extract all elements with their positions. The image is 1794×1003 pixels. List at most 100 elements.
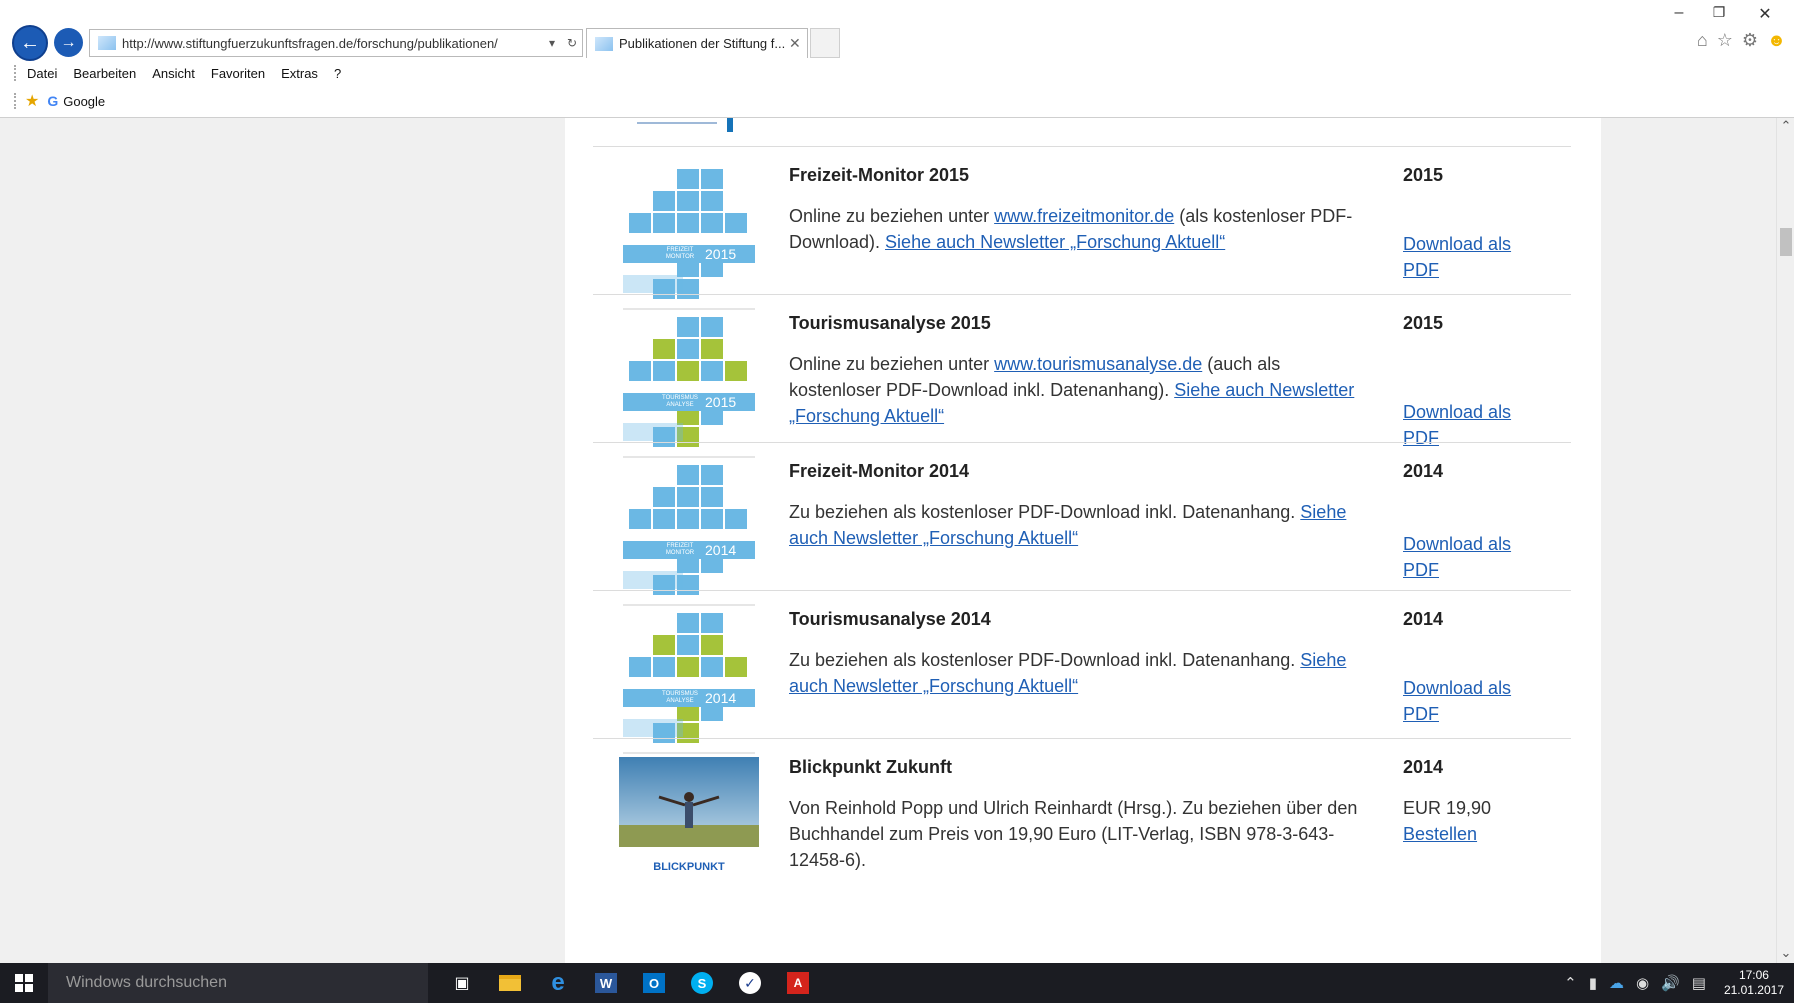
publication-row: TOURISMUS ANALYSE 2015 Tourismusanalyse 20… <box>593 294 1571 458</box>
windows-taskbar: Windows durchsuchen ▣ e W O S ✓ A ⌃ ▮ ☁ … <box>0 963 1794 1003</box>
volume-icon[interactable]: 🔊 <box>1661 974 1680 992</box>
acrobat-icon[interactable]: A <box>774 963 822 1003</box>
restore-icon[interactable]: ❐ <box>1704 4 1734 21</box>
publication-title: Freizeit-Monitor 2015 <box>789 165 970 185</box>
favorites-grip <box>14 93 17 109</box>
menu-datei[interactable]: Datei <box>27 66 57 81</box>
cover-year: 2014 <box>705 690 737 706</box>
address-url[interactable]: http://www.stiftungfuerzukunftsfragen.de… <box>122 36 542 51</box>
favorite-google[interactable]: Google <box>63 94 105 109</box>
publication-title: Freizeit-Monitor 2014 <box>789 461 970 481</box>
publication-description: Online zu beziehen unter www.tourismusan… <box>789 351 1369 429</box>
cover-year: 2015 <box>705 246 737 262</box>
taskbar-search-placeholder: Windows durchsuchen <box>66 974 227 991</box>
publications-page: FREIZEIT MONITOR 2015 Freizeit-Monitor 201… <box>565 118 1601 963</box>
show-hidden-icons-icon[interactable]: ⌃ <box>1564 974 1577 992</box>
tab-publikationen[interactable]: Publikationen der Stiftung f... ✕ <box>586 28 808 58</box>
scroll-down-icon[interactable]: ⌄ <box>1777 945 1794 963</box>
download-pdf-link[interactable]: Download als PDF <box>1403 678 1511 724</box>
menu-ansicht[interactable]: Ansicht <box>152 66 195 81</box>
publication-row: BLICKPUNKT Blickpunkt Zukunft 2014 Von Rein… <box>593 738 1571 963</box>
add-favorite-icon[interactable]: ★ <box>25 91 39 111</box>
task-view-icon[interactable]: ▣ <box>438 963 486 1003</box>
onedrive-icon[interactable]: ☁ <box>1609 974 1624 992</box>
description-text: Zu beziehen als kostenloser PDF-Download… <box>789 650 1301 670</box>
publication-description: Zu beziehen als kostenloser PDF-Download… <box>789 499 1369 551</box>
back-button[interactable]: ← <box>12 25 48 61</box>
menu-favoriten[interactable]: Favoriten <box>211 66 265 81</box>
publication-cover[interactable]: FREIZEIT MONITOR 2014 <box>619 461 759 611</box>
publication-description: Zu beziehen als kostenloser PDF-Download… <box>789 647 1369 699</box>
publication-year: 2015 <box>1403 165 1444 185</box>
tab-favicon-icon <box>595 36 613 51</box>
publication-cover[interactable]: TOURISMUS ANALYSE 2014 <box>619 609 759 759</box>
vertical-scrollbar[interactable]: ⌃ ⌄ <box>1776 118 1794 963</box>
skype-icon[interactable]: S <box>678 963 726 1003</box>
publication-title: Tourismusanalyse 2014 <box>789 609 991 629</box>
publication-row: TOURISMUS ANALYSE 2014 Tourismusanalyse 20… <box>593 590 1571 754</box>
taskbar-search[interactable]: Windows durchsuchen <box>48 963 428 1003</box>
cover-year: 2014 <box>705 542 737 558</box>
notification-icon[interactable]: ▤ <box>1692 974 1706 992</box>
cover-label: TOURISMUS ANALYSE <box>662 691 698 704</box>
browser-chrome: ← → http://www.stiftungfuerzukunftsfrage… <box>0 0 1794 118</box>
google-icon: G <box>47 93 59 109</box>
address-dropdown-icon[interactable]: ▾ <box>542 36 562 50</box>
close-tab-icon[interactable]: ✕ <box>789 35 807 52</box>
taskbar-clock[interactable]: 17:06 21.01.2017 <box>1724 968 1784 998</box>
address-bar[interactable]: http://www.stiftungfuerzukunftsfragen.de… <box>89 29 583 57</box>
cover-year: 2015 <box>705 394 737 410</box>
system-tray: ⌃ ▮ ☁ ◉ 🔊 ▤ 17:06 21.01.2017 <box>1564 963 1794 1003</box>
website-link[interactable]: www.freizeitmonitor.de <box>994 206 1174 226</box>
publication-year: 2014 <box>1403 609 1444 629</box>
scroll-up-icon[interactable]: ⌃ <box>1777 118 1794 136</box>
description-text: Zu beziehen als kostenloser PDF-Download… <box>789 502 1301 522</box>
menu-help[interactable]: ? <box>334 66 341 81</box>
publication-cover[interactable]: BLICKPUNKT <box>619 757 759 873</box>
cover-label: TOURISMUS ANALYSE <box>662 395 698 408</box>
home-icon[interactable]: ⌂ <box>1697 30 1708 51</box>
windows-logo-icon <box>15 974 33 992</box>
battery-icon[interactable]: ▮ <box>1589 974 1597 992</box>
forward-button[interactable]: → <box>54 28 83 57</box>
page-viewport: FREIZEIT MONITOR 2015 Freizeit-Monitor 201… <box>0 118 1776 963</box>
menu-extras[interactable]: Extras <box>281 66 318 81</box>
outlook-icon[interactable]: O <box>630 963 678 1003</box>
clock-date: 21.01.2017 <box>1723 983 1784 997</box>
close-window-icon[interactable]: ✕ <box>1750 4 1780 24</box>
browser-tools: ⌂ ☆ ⚙ ☻ <box>1697 30 1786 51</box>
publication-title: Tourismusanalyse 2015 <box>789 313 991 333</box>
file-explorer-icon[interactable] <box>486 963 534 1003</box>
publication-cover[interactable]: TOURISMUS ANALYSE 2015 <box>619 313 759 463</box>
edge-icon[interactable]: e <box>534 963 582 1003</box>
publication-year: 2015 <box>1403 313 1444 333</box>
back-icon: ← <box>20 31 40 54</box>
menu-bearbeiten[interactable]: Bearbeiten <box>73 66 136 81</box>
network-icon[interactable]: ◉ <box>1636 974 1649 992</box>
word-icon[interactable]: W <box>582 963 630 1003</box>
publication-description: Von Reinhold Popp und Ulrich Reinhardt (… <box>789 795 1369 873</box>
star-icon[interactable]: ☆ <box>1717 30 1733 51</box>
checkmark-app-icon[interactable]: ✓ <box>726 963 774 1003</box>
scroll-thumb[interactable] <box>1780 228 1792 256</box>
gear-icon[interactable]: ⚙ <box>1742 30 1758 51</box>
order-link[interactable]: Bestellen <box>1403 824 1477 844</box>
publication-cover[interactable]: FREIZEIT MONITOR 2015 <box>619 165 759 315</box>
previous-cover-partial <box>615 118 755 132</box>
tab-title: Publikationen der Stiftung f... <box>619 36 786 51</box>
publication-description: Online zu beziehen unter www.freizeitmon… <box>789 203 1369 255</box>
download-pdf-link[interactable]: Download als PDF <box>1403 234 1511 280</box>
website-link[interactable]: www.tourismusanalyse.de <box>994 354 1202 374</box>
newsletter-link[interactable]: Siehe auch Newsletter „Forschung Aktuell… <box>885 232 1225 252</box>
start-button[interactable] <box>0 963 48 1003</box>
download-pdf-link[interactable]: Download als PDF <box>1403 534 1511 580</box>
minimize-icon[interactable]: – <box>1664 4 1694 22</box>
new-tab-button[interactable] <box>810 28 840 58</box>
publication-year: 2014 <box>1403 461 1444 481</box>
refresh-icon[interactable]: ↻ <box>562 36 582 50</box>
publication-action: Download als PDF <box>1403 231 1543 283</box>
smiley-icon[interactable]: ☻ <box>1767 30 1786 51</box>
site-favicon-icon <box>98 36 116 50</box>
cover-label: FREIZEIT MONITOR <box>665 247 695 260</box>
taskbar-apps: ▣ e W O S ✓ A <box>438 963 822 1003</box>
